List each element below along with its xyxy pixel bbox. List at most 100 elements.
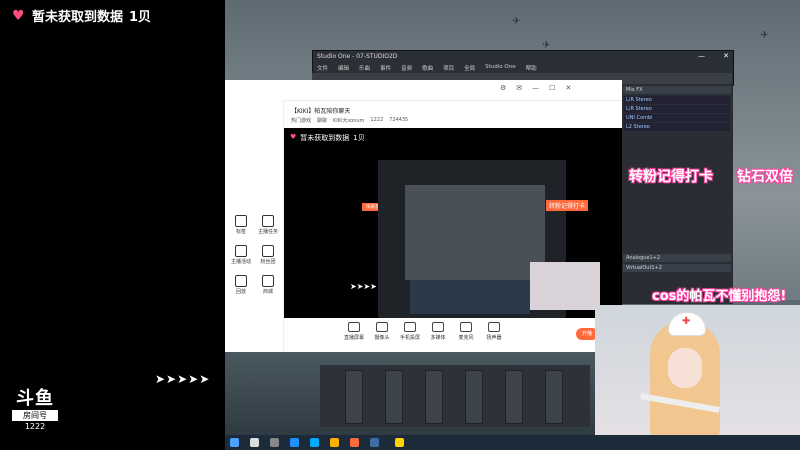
virtual-label: VirtualOut1+2 bbox=[623, 264, 731, 272]
overlay-text-cos: cos的帕瓦不懂别抱怨! bbox=[652, 289, 787, 304]
nested-mixer bbox=[410, 280, 530, 314]
room-category[interactable]: 热门游戏 bbox=[291, 117, 311, 124]
heart-icon: ♥ bbox=[290, 133, 297, 141]
room-tag[interactable]: 聊聊 bbox=[317, 117, 327, 124]
channel-fader[interactable] bbox=[505, 370, 523, 424]
fans-icon bbox=[262, 245, 274, 257]
phone-cast-button[interactable]: 手机投屏 bbox=[398, 322, 422, 341]
media-icon bbox=[432, 322, 444, 332]
settings-icon[interactable]: ⚙ bbox=[500, 84, 506, 92]
folder-icon[interactable] bbox=[330, 438, 339, 447]
studio-window-title: Studio One - 07-STUDIO2D bbox=[317, 53, 398, 60]
close-icon[interactable]: ✕ bbox=[723, 52, 729, 60]
preview-title-suffix: 1贝 bbox=[353, 134, 365, 142]
speaker-button[interactable]: 扬声器 bbox=[482, 322, 506, 341]
room-id: 1222 bbox=[370, 117, 384, 123]
top-title: ♥ 暂未获取到数据 1贝 bbox=[12, 6, 152, 26]
mic-button[interactable]: 麦克风 bbox=[454, 322, 478, 341]
camera-button[interactable]: 摄像头 bbox=[370, 322, 394, 341]
sidebar-item[interactable]: 粉丝团 bbox=[255, 245, 281, 265]
mix-row[interactable]: L2 Stereo bbox=[624, 123, 730, 131]
edge-icon[interactable] bbox=[290, 438, 299, 447]
mix-fx-header: Mix FX bbox=[623, 86, 731, 94]
control-bar bbox=[284, 318, 622, 352]
room-owner: KIKI大sonum bbox=[333, 118, 365, 124]
mix-row[interactable]: L/R Stereo bbox=[624, 105, 730, 113]
screen-capture-button[interactable]: 直播屏幕 bbox=[342, 322, 366, 341]
nested-window bbox=[405, 185, 545, 280]
sidebar-item[interactable]: 标签 bbox=[228, 215, 254, 235]
mix-row[interactable]: UNI Combi bbox=[624, 114, 730, 122]
studio-menu-item[interactable]: 编辑 bbox=[338, 64, 349, 72]
douyu-window-controls: ⚙ ✉ — ☐ ✕ bbox=[500, 84, 571, 92]
room-subinfo: 热门游戏 聊聊 KIKI大sonum 1222 724435 bbox=[291, 117, 408, 124]
top-title-suffix: 1贝 bbox=[129, 10, 152, 25]
channel-fader[interactable] bbox=[345, 370, 363, 424]
media-button[interactable]: 多媒体 bbox=[426, 322, 450, 341]
search-icon[interactable] bbox=[250, 438, 259, 447]
douyu-sidebar: 标签 主播任务 主播活动 粉丝团 回放 商城 bbox=[225, 100, 284, 352]
studio-menu-bar: 文件 编辑 乐曲 事件 音频 歌曲 项目 全局 Studio One 帮助 bbox=[317, 64, 537, 72]
bird-icon: ✈ bbox=[512, 16, 521, 27]
channel-fader[interactable] bbox=[425, 370, 443, 424]
room-number: 1222 bbox=[24, 422, 46, 431]
minimize-icon[interactable]: — bbox=[698, 52, 705, 60]
studio-menu-item[interactable]: 事件 bbox=[380, 64, 391, 72]
studio-menu-item[interactable]: 歌曲 bbox=[422, 64, 433, 72]
sidebar-item[interactable]: 主播任务 bbox=[255, 215, 281, 235]
logo-text: 斗鱼 bbox=[16, 388, 54, 409]
bird-icon: ✈ bbox=[760, 30, 769, 41]
top-title-text: 暂未获取到数据 bbox=[32, 10, 124, 25]
download-icon bbox=[235, 275, 247, 287]
cursor-trail: ➤➤➤➤➤ bbox=[155, 372, 211, 386]
task-icon bbox=[262, 215, 274, 227]
preview-title: ♥ 暂未获取到数据 1贝 bbox=[290, 133, 365, 143]
app-icon[interactable] bbox=[395, 438, 404, 447]
mini-webcam bbox=[530, 262, 600, 310]
overlay-text-checkin: 转粉记得打卡 bbox=[629, 169, 713, 185]
cursor-trail: ➤➤➤➤ bbox=[350, 282, 377, 291]
sidebar-item[interactable]: 主播活动 bbox=[228, 245, 254, 265]
minimize-icon[interactable]: — bbox=[532, 84, 539, 92]
studio-menu-item[interactable]: 全局 bbox=[464, 64, 475, 72]
studio-menu-item[interactable]: Studio One bbox=[485, 64, 515, 72]
douyu-app-icon[interactable] bbox=[350, 438, 359, 447]
heart-icon: ♥ bbox=[12, 7, 25, 24]
studio-mix-panel: Mix FX L/R Stereo L/R Stereo UNI Combi L… bbox=[620, 84, 733, 304]
sidebar-item[interactable]: 回放 bbox=[228, 275, 254, 295]
gift-icon[interactable]: ✉ bbox=[516, 84, 522, 92]
maximize-icon[interactable]: ☐ bbox=[549, 84, 555, 92]
room-label: 房间号 bbox=[12, 410, 58, 421]
mic-icon bbox=[460, 322, 472, 332]
room-followers: 724435 bbox=[389, 117, 409, 123]
speaker-icon bbox=[488, 322, 500, 332]
task-view-icon[interactable] bbox=[270, 438, 279, 447]
close-icon[interactable]: ✕ bbox=[565, 84, 571, 92]
camera-icon bbox=[376, 322, 388, 332]
shop-icon bbox=[262, 275, 274, 287]
grid-icon bbox=[235, 215, 247, 227]
channel-fader[interactable] bbox=[545, 370, 563, 424]
nested-deco: 转粉记得打卡 bbox=[546, 200, 589, 211]
explorer-icon[interactable] bbox=[310, 438, 319, 447]
channel-fader[interactable] bbox=[385, 370, 403, 424]
studio-menu-item[interactable]: 文件 bbox=[317, 64, 328, 72]
preview-title-text: 暂未获取到数据 bbox=[300, 134, 350, 142]
mix-row[interactable]: L/R Stereo bbox=[624, 96, 730, 104]
windows-start-icon[interactable] bbox=[230, 438, 239, 447]
phone-icon bbox=[404, 322, 416, 332]
room-title[interactable]: 【KIKI】帕瓦陪你聊天 bbox=[291, 106, 350, 115]
channel-fader[interactable] bbox=[465, 370, 483, 424]
sidebar-item[interactable]: 商城 bbox=[255, 275, 281, 295]
studio-menu-item[interactable]: 音频 bbox=[401, 64, 412, 72]
cross-icon: ✚ bbox=[682, 316, 691, 327]
studio-menu-item[interactable]: 项目 bbox=[443, 64, 454, 72]
screen-icon bbox=[348, 322, 360, 332]
studio-menu-item[interactable]: 帮助 bbox=[526, 64, 537, 72]
streamer-face bbox=[668, 348, 702, 388]
activity-icon bbox=[235, 245, 247, 257]
studio-app-icon[interactable] bbox=[370, 438, 379, 447]
analog-label: Analogue1+2 bbox=[623, 254, 731, 262]
studio-menu-item[interactable]: 乐曲 bbox=[359, 64, 370, 72]
overlay-text-diamond: 钻石双倍 bbox=[737, 169, 793, 185]
